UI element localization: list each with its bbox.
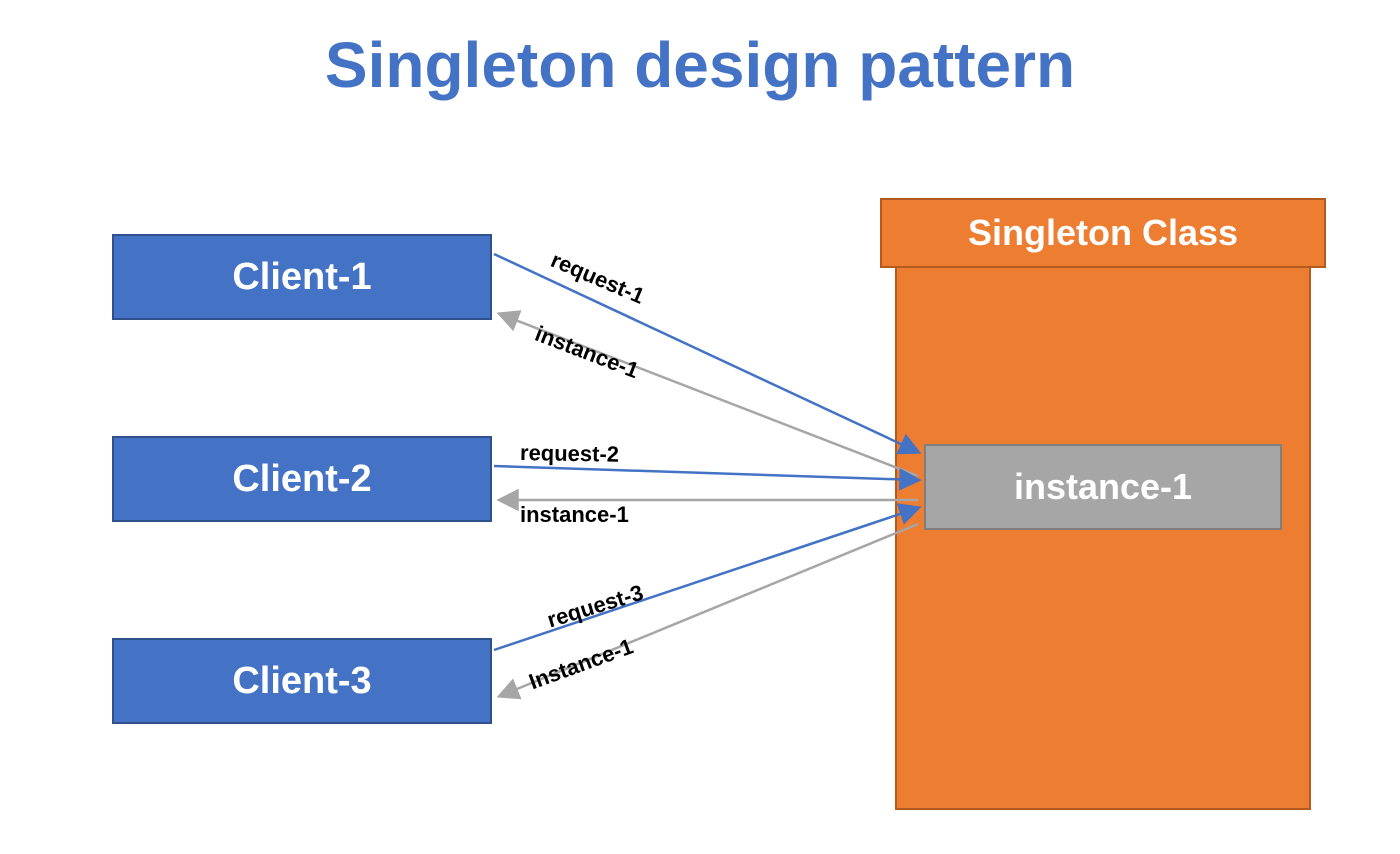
label-c2-response: instance-1 bbox=[520, 502, 629, 528]
singleton-header-label: Singleton Class bbox=[968, 212, 1238, 254]
arrow-c2-request bbox=[494, 466, 918, 480]
label-c3-response: Instance-1 bbox=[526, 634, 637, 696]
label-c3-request: request-3 bbox=[544, 580, 646, 634]
label-c1-request: request-1 bbox=[547, 247, 648, 310]
client-3-label: Client-3 bbox=[232, 660, 371, 703]
diagram-title: Singleton design pattern bbox=[0, 28, 1400, 102]
label-c1-response: instance-1 bbox=[531, 321, 642, 384]
client-2-label: Client-2 bbox=[232, 458, 371, 501]
instance-label: instance-1 bbox=[1014, 466, 1192, 508]
client-2-box: Client-2 bbox=[112, 436, 492, 522]
client-3-box: Client-3 bbox=[112, 638, 492, 724]
client-1-label: Client-1 bbox=[232, 256, 371, 299]
client-1-box: Client-1 bbox=[112, 234, 492, 320]
singleton-header: Singleton Class bbox=[880, 198, 1326, 268]
label-c2-request: request-2 bbox=[520, 440, 619, 468]
instance-box: instance-1 bbox=[924, 444, 1282, 530]
